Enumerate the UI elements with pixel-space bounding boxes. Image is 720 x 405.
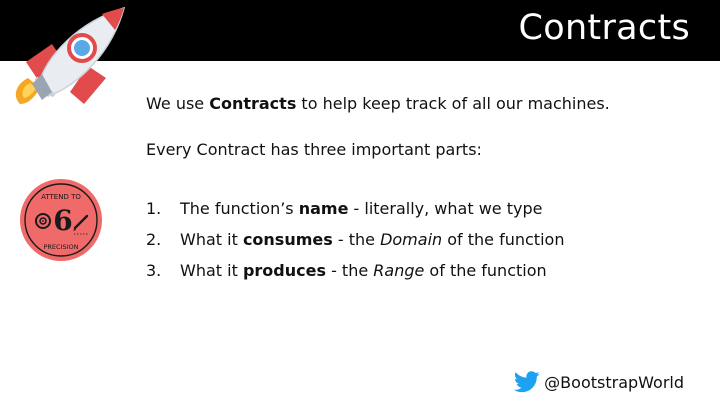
parts-list: 1. The function’s name - literally, what … (146, 198, 564, 291)
twitter-handle[interactable]: @BootstrapWorld (544, 373, 684, 392)
item-pre: The function’s (180, 199, 299, 218)
twitter-bird-icon[interactable] (514, 371, 540, 393)
item-italic: Range (373, 261, 425, 280)
list-number: 2. (146, 230, 162, 249)
slide-title: Contracts (518, 8, 690, 48)
precision-seal-icon: ATTEND TO 6 PRECISION (20, 179, 102, 261)
slide: Contracts We use Contracts to help keep … (0, 0, 720, 405)
seal-number: 6 (53, 204, 72, 237)
intro-line: We use Contracts to help keep track of a… (146, 93, 610, 115)
intro-lead: We use (146, 94, 210, 113)
list-item: 3. What it produces - the Range of the fu… (146, 260, 564, 291)
item-italic: Domain (380, 230, 443, 249)
item-bold: produces (242, 261, 326, 280)
seal-bottom-text: PRECISION (43, 243, 78, 251)
item-post: of the function (442, 230, 565, 249)
item-bold: consumes (242, 230, 333, 249)
item-mid: - literally, what we type (348, 199, 543, 218)
item-bold: name (298, 199, 349, 218)
item-pre: What it (180, 230, 243, 249)
rocket-icon (15, 6, 126, 104)
seal-top-text: ATTEND TO (41, 193, 81, 201)
list-number: 1. (146, 199, 162, 218)
item-mid: - the (332, 230, 381, 249)
item-post: of the function (424, 261, 547, 280)
list-number: 3. (146, 261, 162, 280)
list-item: 2. What it consumes - the Domain of the f… (146, 229, 564, 260)
item-pre: What it (180, 261, 243, 280)
contracts-term: Contracts (209, 94, 297, 113)
intro-rest: to help keep track of all our machines. (296, 94, 610, 113)
subheading: Every Contract has three important parts… (146, 140, 482, 159)
item-mid: - the (325, 261, 374, 280)
list-item: 1. The function’s name - literally, what … (146, 198, 564, 229)
footer: @BootstrapWorld (514, 371, 684, 393)
